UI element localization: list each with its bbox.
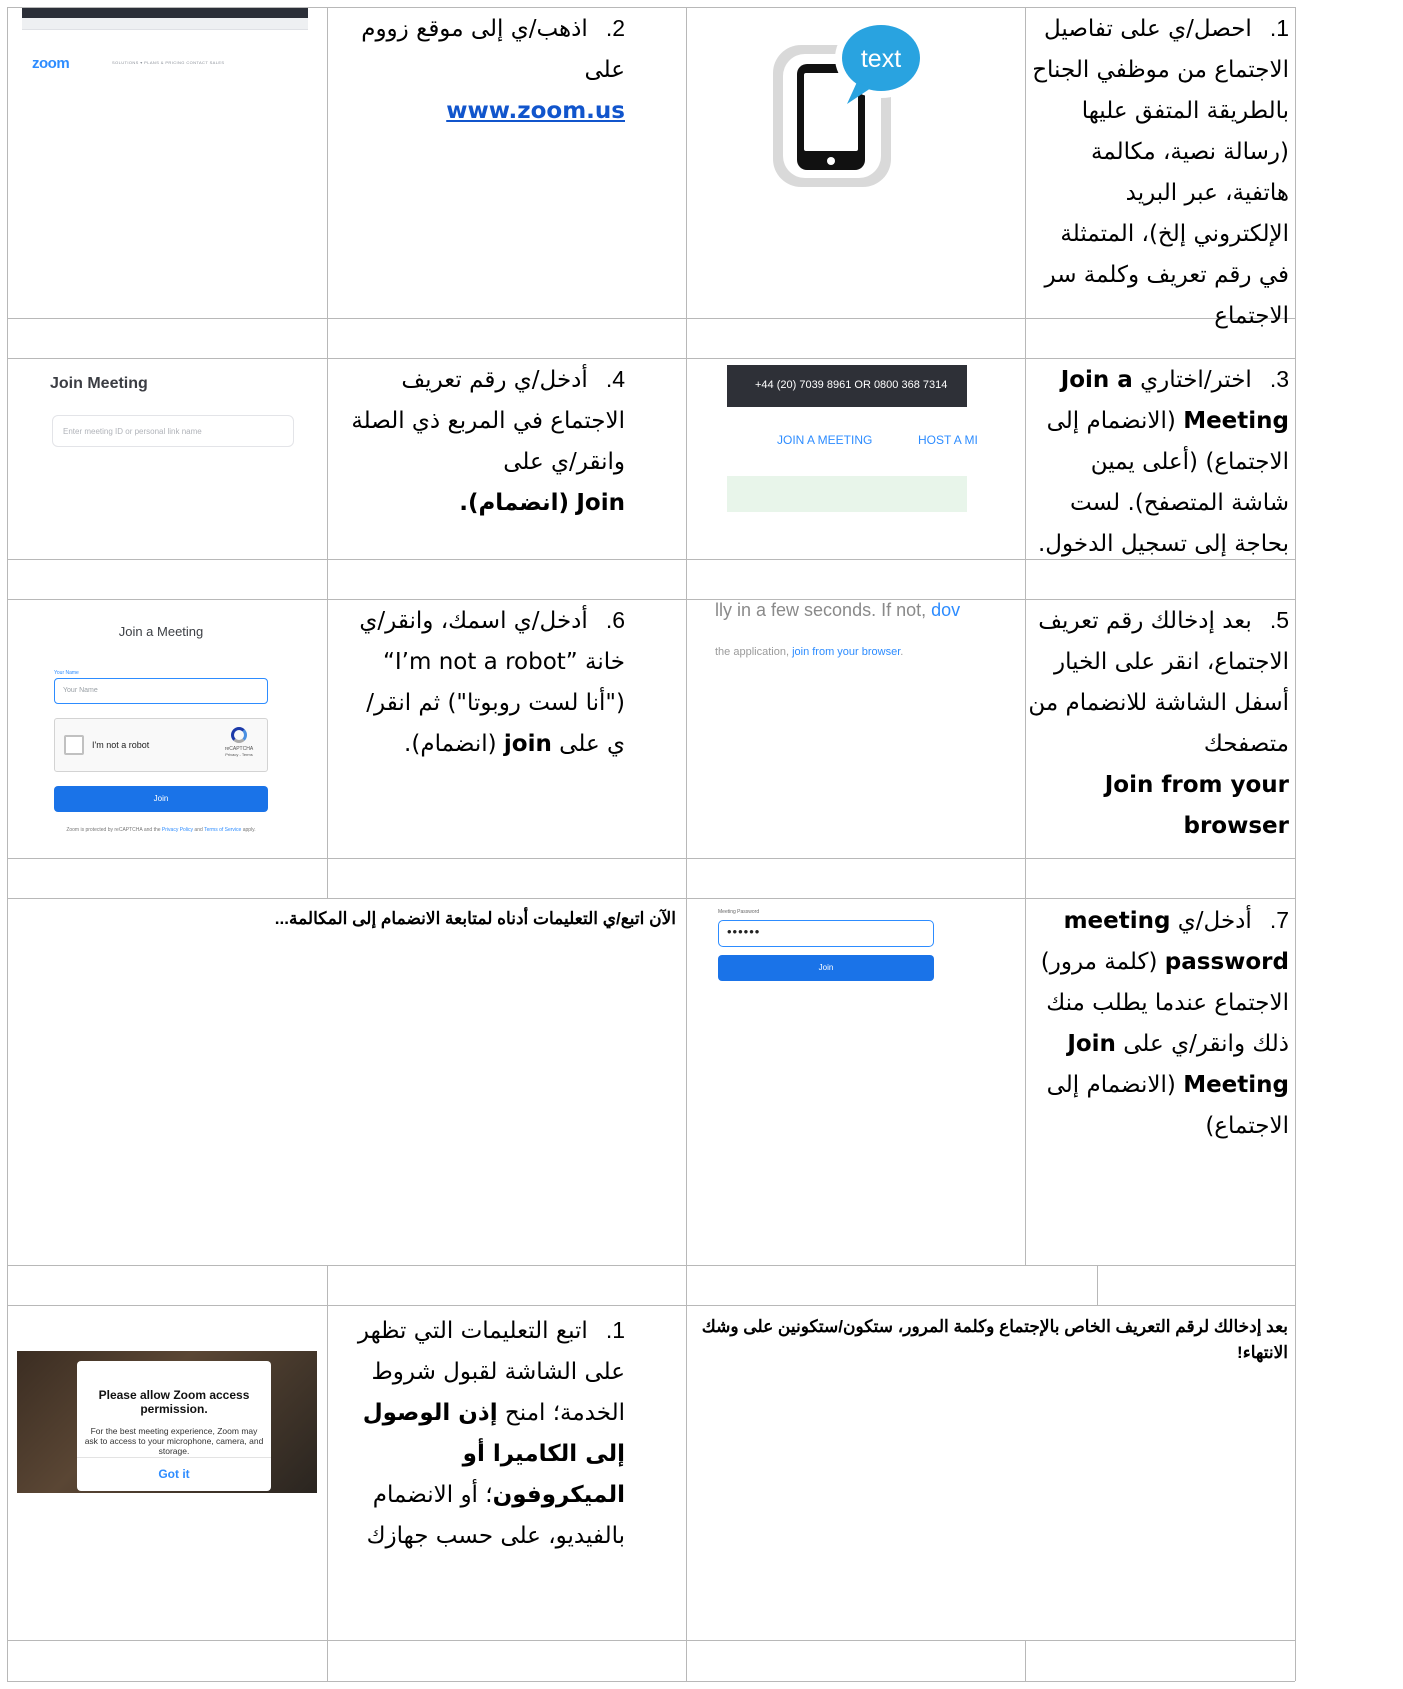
zoom-nav-screenshot: +44 (20) 7039 8961 OR 0800 368 7314 JOIN… [727, 365, 984, 520]
recaptcha-footer: Zoom is protected by reCAPTCHA and the P… [20, 827, 302, 833]
join-meeting-link[interactable]: JOIN A MEETING [777, 433, 872, 447]
zoom-website-link[interactable]: www.zoom.us [446, 98, 625, 124]
password-label: Meeting Password [718, 909, 760, 915]
col-border [1097, 1265, 1098, 1305]
row-border [7, 1640, 1295, 1641]
step-6: 6.أدخل/ي اسمك، وانقر/ي خانة “I’m not a r… [350, 600, 625, 765]
join-from-browser-label: Join from your browser [1104, 772, 1289, 839]
join-from-browser-link[interactable]: join from your browser [792, 646, 900, 658]
zoom-logo: zoom [32, 55, 70, 72]
green-banner [727, 476, 967, 512]
step-7: 7.أدخل/ي meeting password (كلمة مرور) ال… [1027, 900, 1289, 1147]
step-2: 2.اذهب/ي إلى موقع زووم على www.zoom.us [350, 8, 625, 132]
browser-tabs [22, 8, 308, 18]
row-border [7, 1305, 1295, 1306]
download-text: lly in a few seconds. If not, dov [715, 600, 960, 621]
step-1: 1.احصل/ي على تفاصيل الاجتماع من موظفي ال… [1027, 8, 1289, 337]
got-it-button[interactable]: Got it [77, 1467, 271, 1481]
col-border [1295, 7, 1296, 1681]
robot-quote: “I’m not a robot” [382, 649, 578, 675]
join-button[interactable]: Join [54, 786, 268, 812]
zoom-website-screenshot: zoom SOLUTIONS ▾ PLANS & PRICING CONTACT… [22, 8, 308, 100]
permission-dialog: Please allow Zoom access permission. For… [77, 1361, 271, 1491]
zoom-site-menu: SOLUTIONS ▾ PLANS & PRICING CONTACT SALE… [112, 60, 225, 65]
download-link[interactable]: dov [931, 600, 960, 620]
recaptcha-logo: reCAPTCHA Privacy - Terms [219, 727, 259, 757]
password-screenshot: Meeting Password •••••• Join [718, 909, 952, 993]
footer-end: apply. [241, 827, 256, 833]
step-number: 1. [605, 1317, 625, 1343]
privacy-terms: Privacy - Terms [225, 752, 253, 757]
join-meeting-title: Join Meeting [50, 375, 148, 392]
join-form-title: Join a Meeting [118, 624, 204, 639]
join-button[interactable]: Join [718, 955, 934, 981]
step-text: احصل/ي على تفاصيل الاجتماع من موظفي الجن… [1032, 16, 1289, 329]
terms-link[interactable]: Terms of Service [204, 827, 241, 833]
footer-and: and [193, 827, 205, 833]
step-number: 7. [1269, 907, 1289, 933]
join-label-ar: (انضمام). [459, 490, 570, 516]
step-number: 1. [1269, 15, 1289, 41]
col-border [1025, 1640, 1026, 1681]
zoom-phone-bar: +44 (20) 7039 8961 OR 0800 368 7314 [727, 365, 967, 407]
download-text-1: lly in a few seconds. If not, [715, 600, 932, 620]
almost-done-note: بعد إدخالك لرقم التعريف الخاص بالإجتماع … [701, 1317, 1288, 1362]
step-4: 4.أدخل/ي رقم تعريف الاجتماع في المربع ذي… [350, 359, 625, 524]
step-text: بعد إدخالك رقم تعريف الاجتماع، انقر على … [1028, 608, 1289, 757]
join-label: join [503, 731, 552, 757]
dialog-divider [77, 1457, 271, 1458]
browser-text: the application, join from your browser. [715, 646, 903, 658]
col-border [1025, 7, 1026, 1265]
row-border [7, 1265, 1295, 1266]
follow-instructions-note: الآن اتبع/ي التعليمات أدناه لمتابعة الان… [274, 909, 676, 928]
text-message-icon: text [773, 12, 935, 187]
step-b1: 1.اتبع التعليمات التي تظهر على الشاشة لق… [350, 1310, 625, 1557]
step-number: 6. [605, 607, 625, 633]
permission-screenshot: Please allow Zoom access permission. For… [17, 1351, 317, 1493]
step-number: 5. [1269, 607, 1289, 633]
recaptcha-box: I'm not a robot reCAPTCHA Privacy - Term… [54, 718, 268, 772]
step-5: 5.بعد إدخالك رقم تعريف الاجتماع، انقر عل… [1027, 600, 1289, 847]
join-from-browser-screenshot: lly in a few seconds. If not, dov the ap… [715, 600, 995, 670]
phone-text-icon: text [773, 18, 927, 187]
join-form-screenshot: Join a Meeting Your Name Your Name I'm n… [20, 600, 302, 856]
row-border [7, 858, 1295, 859]
browser-address-bar [22, 18, 308, 30]
privacy-policy-link[interactable]: Privacy Policy [162, 827, 193, 833]
step-3: 3.اختر/اختاري Join a Meeting (الانضمام إ… [1027, 359, 1289, 565]
step-text-3: (انضمام). [404, 731, 497, 757]
join-label: Join [576, 490, 625, 516]
robot-checkbox[interactable] [64, 735, 84, 755]
permission-body: For the best meeting experience, Zoom ma… [84, 1426, 264, 1456]
row-border [7, 1681, 1295, 1682]
col-border [686, 7, 687, 1681]
bubble-text: text [861, 45, 901, 73]
robot-label: I'm not a robot [92, 740, 150, 750]
password-input[interactable]: •••••• [718, 920, 934, 947]
step-text: أدخل/ي [1177, 908, 1252, 934]
col-border [327, 7, 328, 899]
step-number: 3. [1269, 366, 1289, 392]
step-text: أدخل/ي رقم تعريف الاجتماع في المربع ذي ا… [351, 367, 625, 475]
host-meeting-link[interactable]: HOST A MI [918, 433, 978, 447]
join-meeting-screenshot: Join Meeting Enter meeting ID or persona… [50, 375, 300, 455]
browser-text-1: the application, [715, 646, 793, 658]
row-border [7, 898, 1295, 899]
footer-text: Zoom is protected by reCAPTCHA and the [66, 827, 162, 833]
name-label: Your Name [54, 670, 79, 676]
recaptcha-icon [231, 727, 247, 743]
step-number: 2. [605, 15, 625, 41]
step-text: اذهب/ي إلى موقع زووم على [361, 16, 625, 83]
step-number: 4. [605, 366, 625, 392]
permission-title: Please allow Zoom access permission. [98, 1388, 250, 1416]
name-input[interactable]: Your Name [54, 678, 268, 704]
browser-text-2: . [900, 646, 904, 658]
step-text: اختر/اختاري [1140, 367, 1252, 393]
meeting-id-input[interactable]: Enter meeting ID or personal link name [52, 415, 294, 447]
col-border [7, 7, 8, 1681]
col-border [327, 1265, 328, 1681]
